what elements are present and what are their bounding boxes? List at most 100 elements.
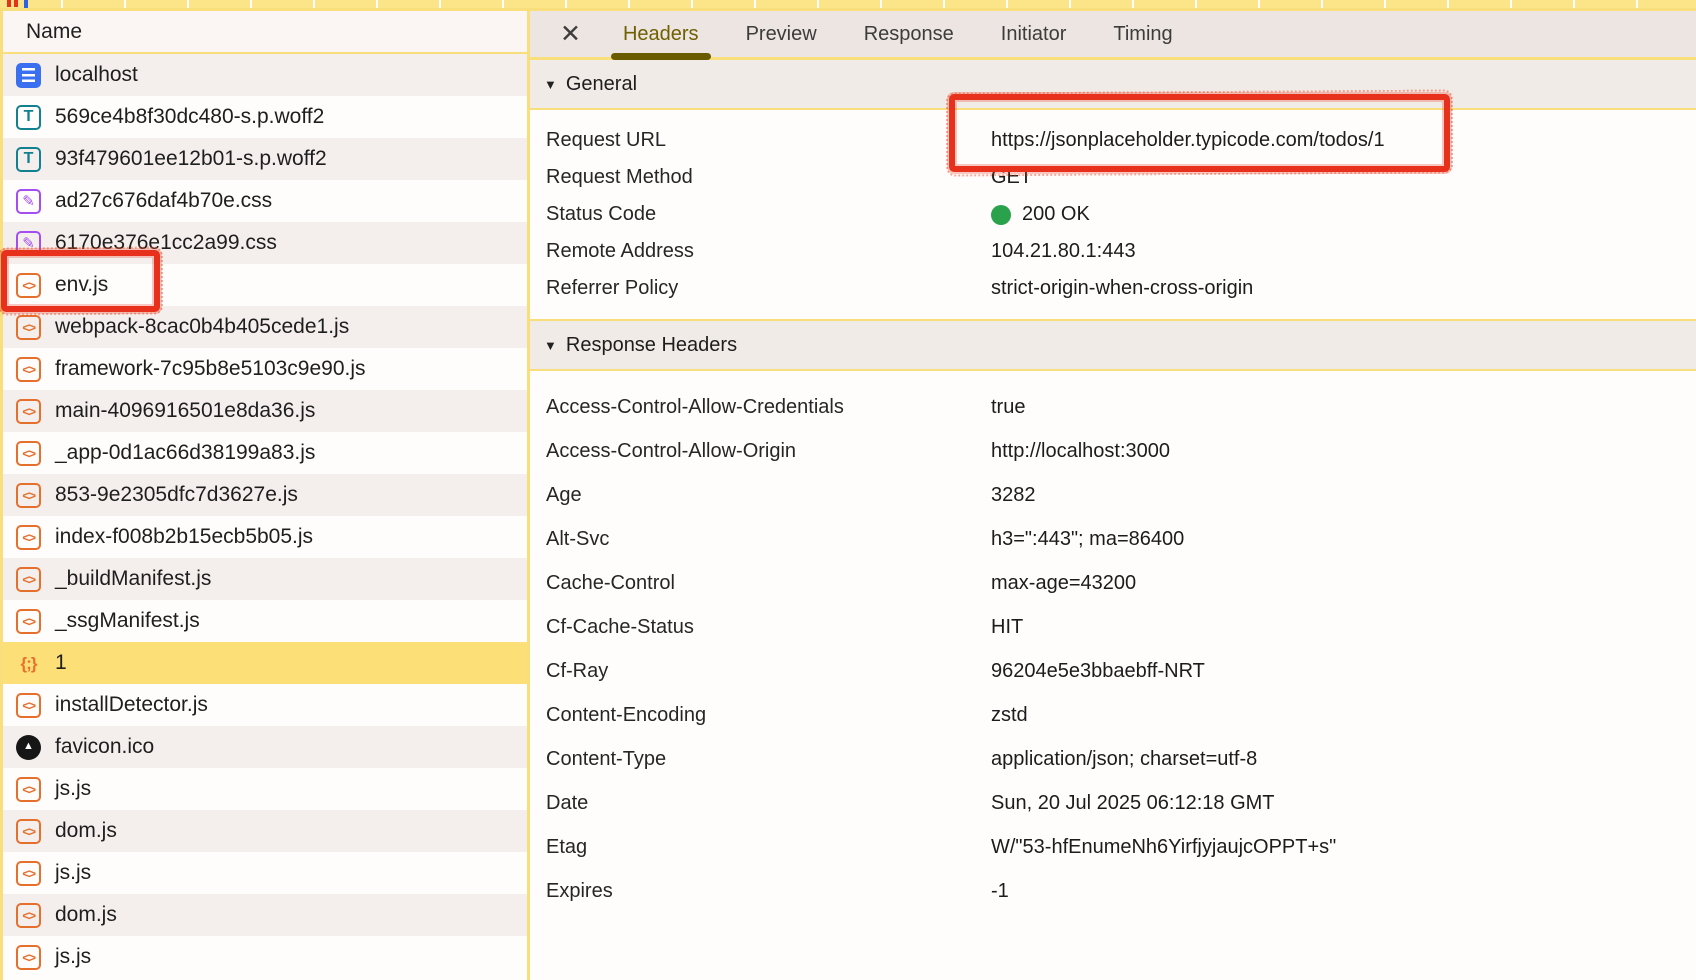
request-row[interactable]: favicon.ico xyxy=(3,726,527,768)
request-row[interactable]: dom.js xyxy=(3,810,527,852)
header-name: Content-Encoding xyxy=(530,704,991,727)
request-name: installDetector.js xyxy=(55,693,208,717)
request-name: 569ce4b8f30dc480-s.p.woff2 xyxy=(55,105,324,129)
request-row[interactable]: webpack-8cac0b4b405cede1.js xyxy=(3,306,527,348)
request-row[interactable]: 853-9e2305dfc7d3627e.js xyxy=(3,474,527,516)
section-title: Response Headers xyxy=(566,334,737,357)
request-name: webpack-8cac0b4b405cede1.js xyxy=(55,315,349,339)
script-icon xyxy=(16,567,41,592)
toolbar-sliver xyxy=(24,0,28,8)
request-row[interactable]: js.js xyxy=(3,936,527,978)
header-row: Alt-Svc h3=":443"; ma=86400 xyxy=(530,517,1696,561)
header-row: Request Method GET xyxy=(530,159,1696,196)
header-row: Date Sun, 20 Jul 2025 06:12:18 GMT xyxy=(530,781,1696,825)
script-icon xyxy=(16,693,41,718)
request-name: _buildManifest.js xyxy=(55,567,211,591)
disclosure-triangle-icon: ▼ xyxy=(544,338,557,353)
script-icon xyxy=(16,861,41,886)
request-row[interactable]: installDetector.js xyxy=(3,684,527,726)
header-name: Cache-Control xyxy=(530,572,991,595)
header-row: Age 3282 xyxy=(530,473,1696,517)
script-icon xyxy=(16,357,41,382)
request-name: _app-0d1ac66d38199a83.js xyxy=(55,441,315,465)
details-tabbar: ✕ Headers Preview Response Initiator Tim… xyxy=(530,11,1696,60)
request-row-selected[interactable]: 1 xyxy=(3,642,527,684)
request-row[interactable]: _app-0d1ac66d38199a83.js xyxy=(3,432,527,474)
request-row[interactable]: js.js xyxy=(3,852,527,894)
request-row[interactable]: dom.js xyxy=(3,894,527,936)
request-row[interactable]: main-4096916501e8da36.js xyxy=(3,390,527,432)
request-name: js.js xyxy=(55,777,91,801)
tab-label: Initiator xyxy=(1001,23,1067,46)
tab-initiator[interactable]: Initiator xyxy=(1001,11,1067,57)
section-rows: Request URL https://jsonplaceholder.typi… xyxy=(530,110,1696,319)
header-name: Etag xyxy=(530,836,991,859)
header-value: http://localhost:3000 xyxy=(991,440,1170,463)
request-name: localhost xyxy=(55,63,138,87)
request-row[interactable]: 93f479601ee12b01-s.p.woff2 xyxy=(3,138,527,180)
header-value: -1 xyxy=(991,880,1009,903)
tab-timing[interactable]: Timing xyxy=(1113,11,1172,57)
header-name: Access-Control-Allow-Origin xyxy=(530,440,991,463)
script-icon xyxy=(16,399,41,424)
header-name: Request Method xyxy=(530,166,991,189)
request-row[interactable]: 6170e376e1cc2a99.css xyxy=(3,222,527,264)
header-value: HIT xyxy=(991,616,1023,639)
tab-response[interactable]: Response xyxy=(864,11,954,57)
header-name: Expires xyxy=(530,880,991,903)
request-row[interactable]: 569ce4b8f30dc480-s.p.woff2 xyxy=(3,96,527,138)
header-value: application/json; charset=utf-8 xyxy=(991,748,1257,771)
tab-preview[interactable]: Preview xyxy=(746,11,817,57)
header-name: Status Code xyxy=(530,203,991,226)
header-value: https://jsonplaceholder.typicode.com/tod… xyxy=(991,129,1385,152)
header-value: h3=":443"; ma=86400 xyxy=(991,528,1184,551)
tab-headers[interactable]: Headers xyxy=(623,11,699,57)
name-column-header[interactable]: Name xyxy=(3,11,527,54)
header-value: true xyxy=(991,396,1025,419)
header-value: W/"53-hfEnumeNh6YirfjyjaujcOPPT+s" xyxy=(991,836,1336,859)
active-tab-underline xyxy=(611,53,711,60)
script-icon xyxy=(16,483,41,508)
font-icon xyxy=(16,105,41,130)
request-name: js.js xyxy=(55,861,91,885)
header-name: Age xyxy=(530,484,991,507)
request-name: 1 xyxy=(55,651,67,675)
header-row: Request URL https://jsonplaceholder.typi… xyxy=(530,122,1696,159)
header-name: Content-Type xyxy=(530,748,991,771)
request-row[interactable]: index-f008b2b15ecb5b05.js xyxy=(3,516,527,558)
request-name: _ssgManifest.js xyxy=(55,609,200,633)
tab-label: Preview xyxy=(746,23,817,46)
header-row: Etag W/"53-hfEnumeNh6YirfjyjaujcOPPT+s" xyxy=(530,825,1696,869)
script-icon xyxy=(16,819,41,844)
request-row[interactable]: ad27c676daf4b70e.css xyxy=(3,180,527,222)
header-row: Content-Encoding zstd xyxy=(530,693,1696,737)
tab-label: Response xyxy=(864,23,954,46)
request-name: 93f479601ee12b01-s.p.woff2 xyxy=(55,147,327,171)
request-row[interactable]: _buildManifest.js xyxy=(3,558,527,600)
header-row: Referrer Policy strict-origin-when-cross… xyxy=(530,270,1696,307)
close-icon[interactable]: ✕ xyxy=(560,22,581,47)
headers-content: ▼ General Request URL https://jsonplaceh… xyxy=(530,60,1696,980)
header-row: Cache-Control max-age=43200 xyxy=(530,561,1696,605)
section-title: General xyxy=(566,73,637,96)
request-row[interactable]: env.js xyxy=(3,264,527,306)
request-name: favicon.ico xyxy=(55,735,154,759)
tab-label: Headers xyxy=(623,23,699,46)
request-row[interactable]: framework-7c95b8e5103c9e90.js xyxy=(3,348,527,390)
header-value: 96204e5e3bbaebff-NRT xyxy=(991,660,1205,683)
request-row[interactable]: _ssgManifest.js xyxy=(3,600,527,642)
record-indicator-sliver xyxy=(7,0,21,7)
script-icon xyxy=(16,777,41,802)
header-row: Access-Control-Allow-Credentials true xyxy=(530,385,1696,429)
favicon-icon xyxy=(16,735,41,760)
request-row[interactable]: js.js xyxy=(3,768,527,810)
status-ok-icon xyxy=(991,205,1011,225)
header-name: Access-Control-Allow-Credentials xyxy=(530,396,991,419)
section-header[interactable]: ▼ General xyxy=(530,60,1696,110)
request-row[interactable]: localhost xyxy=(3,54,527,96)
stylesheet-icon xyxy=(16,189,41,214)
request-name: ad27c676daf4b70e.css xyxy=(55,189,272,213)
script-icon xyxy=(16,315,41,340)
stylesheet-icon xyxy=(16,231,41,256)
section-header[interactable]: ▼ Response Headers xyxy=(530,319,1696,371)
